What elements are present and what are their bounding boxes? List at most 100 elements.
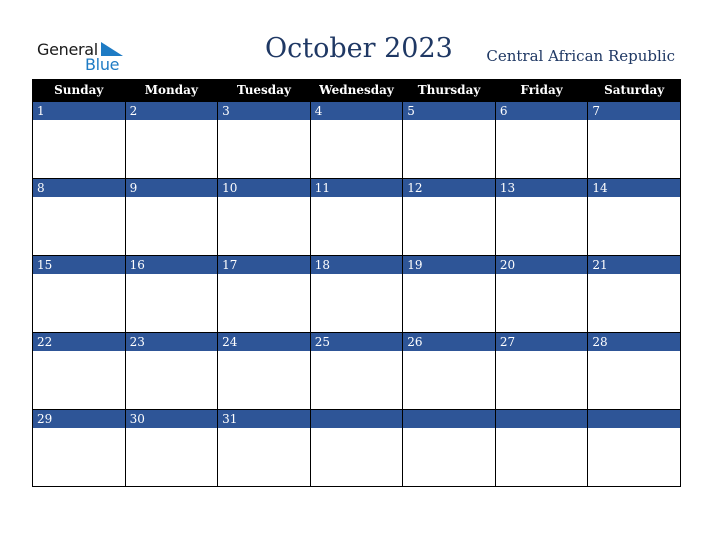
day-notes-area (125, 428, 218, 486)
day-cell[interactable]: 20 (494, 255, 589, 333)
day-notes-area (125, 197, 218, 255)
day-cell[interactable]: 17 (217, 255, 311, 333)
day-number: 23 (125, 333, 218, 351)
day-cell[interactable]: 16 (124, 255, 219, 333)
day-number: 14 (588, 179, 680, 197)
day-notes-area (218, 351, 310, 409)
weekday-wednesday: Wednesday (309, 79, 404, 102)
day-number: 16 (125, 256, 218, 274)
calendar-grid: Sunday Monday Tuesday Wednesday Thursday… (32, 79, 681, 487)
day-cell[interactable]: 12 (402, 178, 496, 256)
day-cell[interactable]: 6 (494, 101, 589, 179)
week-row: 15 16 17 18 19 20 21 (32, 255, 681, 333)
day-notes-area (403, 120, 495, 178)
day-notes-area (310, 428, 403, 486)
day-number: 12 (403, 179, 495, 197)
day-cell[interactable]: 22 (32, 332, 126, 410)
day-number: 21 (588, 256, 680, 274)
day-cell[interactable] (402, 409, 496, 487)
day-notes-area (33, 351, 125, 409)
day-cell[interactable]: 3 (217, 101, 311, 179)
day-number: 25 (310, 333, 403, 351)
day-cell[interactable]: 23 (124, 332, 219, 410)
day-cell[interactable]: 2 (124, 101, 219, 179)
day-cell[interactable]: 31 (217, 409, 311, 487)
day-cell[interactable]: 4 (309, 101, 404, 179)
day-number: 13 (495, 179, 588, 197)
day-notes-area (218, 120, 310, 178)
day-cell[interactable]: 18 (309, 255, 404, 333)
country-name: Central African Republic (486, 47, 675, 65)
day-notes-area (33, 428, 125, 486)
day-notes-area (495, 197, 588, 255)
day-cell[interactable]: 25 (309, 332, 404, 410)
weekday-thursday: Thursday (402, 79, 496, 102)
day-number (495, 410, 588, 428)
generalblue-logo: General Blue (37, 38, 127, 74)
day-number: 9 (125, 179, 218, 197)
day-number: 15 (33, 256, 125, 274)
day-number (588, 410, 680, 428)
day-number: 3 (218, 102, 310, 120)
day-cell[interactable]: 7 (587, 101, 681, 179)
day-number: 31 (218, 410, 310, 428)
day-number: 7 (588, 102, 680, 120)
week-row: 22 23 24 25 26 27 28 (32, 332, 681, 410)
week-row: 1234567 (32, 101, 681, 179)
day-notes-area (403, 274, 495, 332)
day-notes-area (310, 351, 403, 409)
day-number: 20 (495, 256, 588, 274)
day-number: 28 (588, 333, 680, 351)
day-cell[interactable] (494, 409, 589, 487)
logo-triangle-icon (101, 42, 123, 56)
day-cell[interactable]: 11 (309, 178, 404, 256)
day-notes-area (33, 120, 125, 178)
day-notes-area (33, 274, 125, 332)
day-cell[interactable]: 15 (32, 255, 126, 333)
day-cell[interactable] (309, 409, 404, 487)
day-notes-area (125, 274, 218, 332)
day-notes-area (125, 120, 218, 178)
day-cell[interactable]: 29 (32, 409, 126, 487)
weekday-monday: Monday (124, 79, 219, 102)
day-notes-area (588, 428, 680, 486)
day-number: 10 (218, 179, 310, 197)
day-number: 4 (310, 102, 403, 120)
day-cell[interactable]: 13 (494, 178, 589, 256)
day-cell[interactable]: 21 (587, 255, 681, 333)
day-cell[interactable]: 19 (402, 255, 496, 333)
day-notes-area (495, 428, 588, 486)
day-cell[interactable]: 5 (402, 101, 496, 179)
day-notes-area (218, 428, 310, 486)
weekday-header-row: Sunday Monday Tuesday Wednesday Thursday… (32, 79, 681, 102)
day-cell[interactable]: 28 (587, 332, 681, 410)
day-number (310, 410, 403, 428)
day-cell[interactable]: 8 (32, 178, 126, 256)
day-cell[interactable]: 14 (587, 178, 681, 256)
day-cell[interactable]: 30 (124, 409, 219, 487)
day-notes-area (495, 351, 588, 409)
day-notes-area (588, 120, 680, 178)
day-cell[interactable]: 1 (32, 101, 126, 179)
day-number: 27 (495, 333, 588, 351)
day-cell[interactable] (587, 409, 681, 487)
day-number: 17 (218, 256, 310, 274)
day-cell[interactable]: 27 (494, 332, 589, 410)
day-number: 24 (218, 333, 310, 351)
day-notes-area (403, 428, 495, 486)
day-cell[interactable]: 9 (124, 178, 219, 256)
day-notes-area (495, 274, 588, 332)
day-number: 8 (33, 179, 125, 197)
day-notes-area (310, 197, 403, 255)
day-cell[interactable]: 24 (217, 332, 311, 410)
day-notes-area (33, 197, 125, 255)
weekday-tuesday: Tuesday (217, 79, 311, 102)
day-notes-area (218, 274, 310, 332)
logo-word-blue: Blue (85, 55, 120, 74)
day-cell[interactable]: 10 (217, 178, 311, 256)
day-notes-area (588, 351, 680, 409)
day-cell[interactable]: 26 (402, 332, 496, 410)
weekday-saturday: Saturday (587, 79, 681, 102)
day-number: 6 (495, 102, 588, 120)
day-number: 19 (403, 256, 495, 274)
